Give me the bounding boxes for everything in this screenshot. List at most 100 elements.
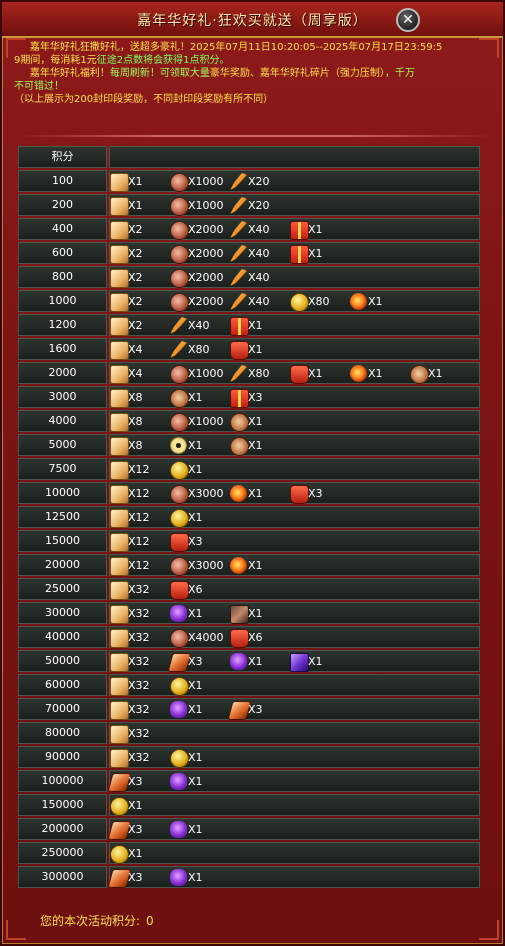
purple-icon [170, 869, 187, 886]
reward-quantity: X4000 [188, 631, 224, 644]
reward-quantity: X1 [128, 199, 143, 212]
table-row: 250000 X1 [18, 842, 480, 864]
scroll-icon [110, 533, 129, 552]
rewards-cell: X3 X1 [107, 818, 480, 840]
reward-quantity: X1 [188, 463, 203, 476]
reward-quantity: X3 [188, 655, 203, 668]
rewards-cell: X32 X1 [109, 746, 480, 768]
purple-icon [170, 773, 187, 790]
points-cell: 70000 [18, 698, 107, 720]
gold-icon [110, 797, 129, 816]
reward-quantity: X2000 [188, 247, 224, 260]
intro-rule-text: 9期间，每消耗1元 [14, 55, 97, 66]
gift-icon [290, 221, 309, 240]
bag-icon [290, 485, 309, 504]
reward-quantity: X32 [128, 679, 150, 692]
table-row: 400 X2 X2000 X40 X1 [18, 218, 480, 240]
points-cell: 300000 [18, 866, 107, 888]
scroll-icon [110, 509, 129, 528]
event-description: 嘉年华好礼狂撒好礼，送超多豪礼！2025年07月11日10:20:05--202… [14, 41, 496, 106]
table-row: 600 X2 X2000 X40 X1 [18, 242, 480, 264]
event-period: 2025年07月11日10:20:05--2025年07月17日23:59:5 [189, 42, 443, 53]
bag-icon [170, 581, 189, 600]
cookie-icon [410, 365, 429, 384]
intro-benefit-text: 每周刷新！可领取大量 [109, 68, 210, 79]
reward-quantity: X1000 [188, 367, 224, 380]
close-icon: ✕ [402, 12, 414, 28]
reward-quantity: X2000 [188, 223, 224, 236]
table-row: 90000 X32 X1 [18, 746, 480, 768]
points-cell: 1200 [18, 314, 107, 336]
points-cell: 100000 [18, 770, 107, 792]
reward-quantity: X1 [188, 703, 203, 716]
reward-quantity: X1 [188, 871, 203, 884]
table-header: 积分 [18, 146, 480, 168]
reward-quantity: X32 [128, 727, 150, 740]
points-cell: 80000 [18, 722, 107, 744]
rewards-cell: X32 X1 X1 [109, 602, 480, 624]
reward-quantity: X1 [308, 367, 323, 380]
reward-quantity: X1 [188, 775, 203, 788]
table-row: 1200 X2 X40 X1 [18, 314, 480, 336]
points-label: 您的本次活动积分: [40, 914, 141, 928]
scroll-icon [110, 581, 129, 600]
reward-quantity: X1 [128, 175, 143, 188]
intro-note: （以上展示为200封印段奖励，不同封印段奖励有所不同） [14, 94, 274, 105]
reward-quantity: X32 [128, 607, 150, 620]
points-cell: 400 [18, 218, 107, 240]
points-cell: 4000 [18, 410, 107, 432]
points-cell: 800 [18, 266, 107, 288]
close-button[interactable]: ✕ [396, 8, 420, 32]
divider [16, 135, 492, 137]
rewards-cell: X2 X40 X1 [109, 314, 480, 336]
rewards-cell: X1 X1000 X20 [109, 170, 480, 192]
intro-benefit-title: 嘉年华好礼福利！ [29, 68, 110, 79]
reward-quantity: X1 [308, 247, 323, 260]
scroll-icon [110, 173, 129, 192]
reward-quantity: X3000 [188, 559, 224, 572]
rewards-cell: X32 X1 [109, 674, 480, 696]
reward-quantity: X1 [248, 415, 263, 428]
reward-quantity: X3 [248, 391, 263, 404]
purpleb-icon [290, 653, 309, 672]
gold-icon [290, 293, 309, 312]
reward-quantity: X2 [128, 271, 143, 284]
scroll-icon [110, 701, 129, 720]
feather-icon [230, 245, 247, 262]
feather-icon [230, 173, 247, 190]
scroll-icon [110, 365, 129, 384]
reward-quantity: X1 [428, 367, 443, 380]
gold-icon [110, 845, 129, 864]
points-cell: 40000 [18, 626, 107, 648]
points-column-header: 积分 [18, 146, 107, 168]
reward-quantity: X1 [188, 679, 203, 692]
points-cell: 200000 [18, 818, 107, 840]
reward-quantity: X1 [248, 559, 263, 572]
rewards-cell: X32 X1 X3 [109, 698, 480, 720]
rewards-cell: X3 X1 [107, 866, 480, 888]
reward-quantity: X12 [128, 511, 150, 524]
rewards-cell: X1 [109, 842, 480, 864]
reward-quantity: X80 [308, 295, 330, 308]
cookie-icon [230, 437, 249, 456]
reward-quantity: X12 [128, 487, 150, 500]
table-row: 80000 X32 [18, 722, 480, 744]
table-row: 2000 X4 X1000 X80 X1 X1 X1 [18, 362, 480, 384]
points-cell: 12500 [18, 506, 107, 528]
shell-icon [170, 269, 189, 288]
rewards-cell: X4 X80 X1 [109, 338, 480, 360]
points-cell: 200 [18, 194, 107, 216]
table-row: 200000 X3 X1 [18, 818, 480, 840]
shell-icon [170, 245, 189, 264]
reward-quantity: X1 [308, 223, 323, 236]
reward-quantity: X40 [248, 247, 270, 260]
reward-quantity: X40 [248, 295, 270, 308]
scroll-icon [110, 317, 129, 336]
rewards-cell: X3 X1 [107, 770, 480, 792]
reward-quantity: X1 [128, 799, 143, 812]
reward-quantity: X3 [128, 871, 143, 884]
points-value: 0 [146, 914, 154, 928]
rewards-cell: X2 X2000 X40 [109, 266, 480, 288]
reward-quantity: X2 [128, 247, 143, 260]
feather-icon [230, 197, 247, 214]
